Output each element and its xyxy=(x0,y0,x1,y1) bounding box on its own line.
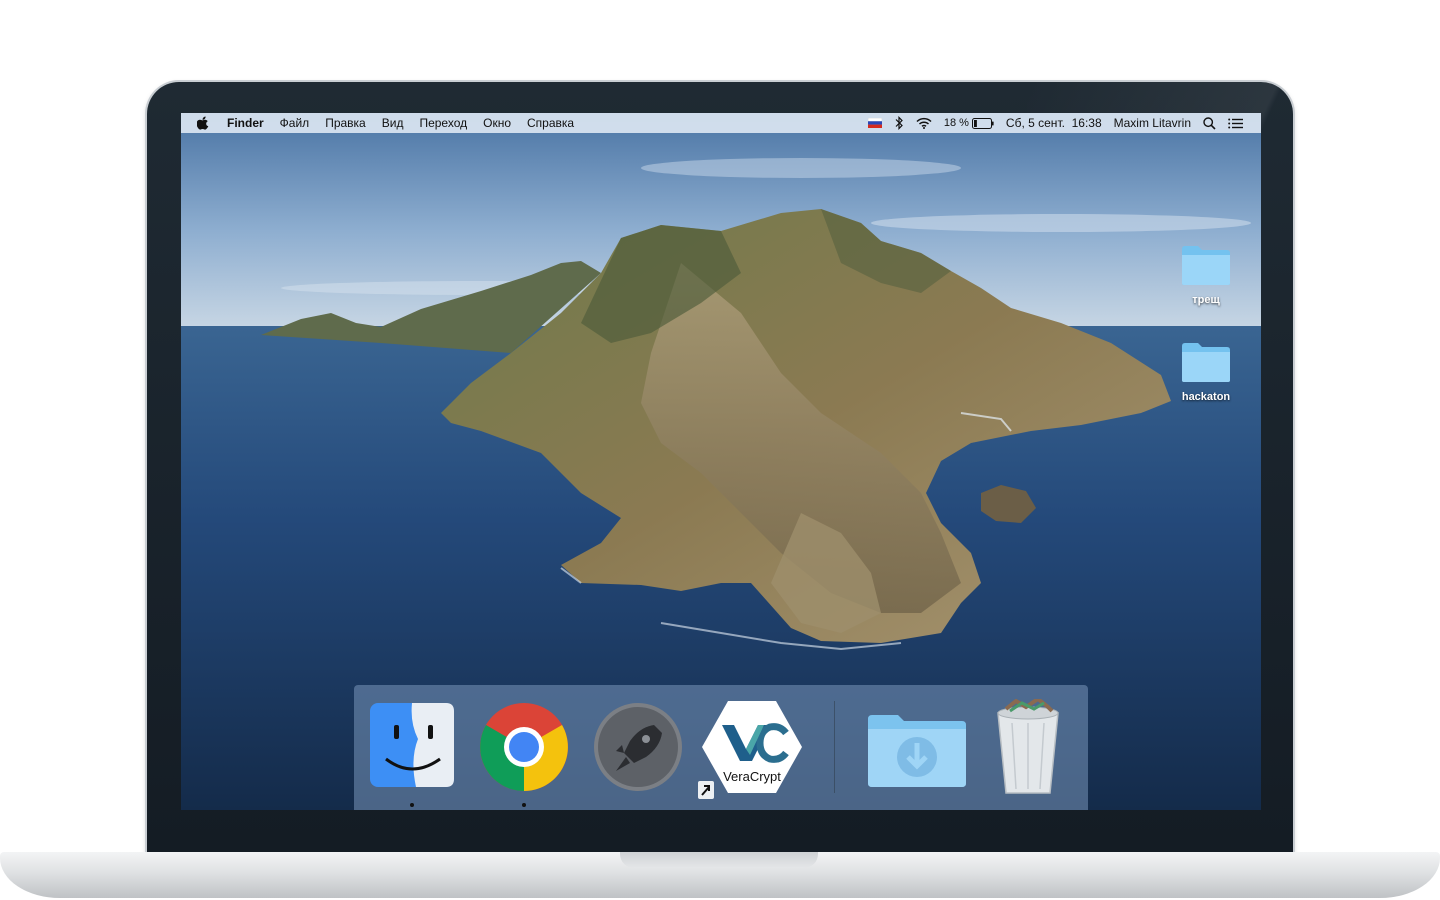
menu-view[interactable]: Вид xyxy=(374,113,412,133)
search-icon[interactable] xyxy=(1197,116,1222,130)
dock-launchpad[interactable] xyxy=(592,699,684,795)
menu-bar-left: Finder Файл Правка Вид Переход Окно Спра… xyxy=(181,113,582,133)
laptop-notch xyxy=(620,852,818,868)
veracrypt-icon: VeraCrypt xyxy=(702,701,802,793)
wifi-icon[interactable] xyxy=(910,117,938,129)
launchpad-icon xyxy=(594,703,682,791)
desktop-folder-label: hackaton xyxy=(1181,391,1231,403)
dock-finder[interactable] xyxy=(366,699,458,795)
chrome-icon xyxy=(480,703,568,791)
menu-go[interactable]: Переход xyxy=(411,113,475,133)
folder-icon xyxy=(1182,246,1230,285)
veracrypt-label: VeraCrypt xyxy=(723,769,781,784)
downloads-folder-icon xyxy=(868,715,966,787)
screen: Finder Файл Правка Вид Переход Окно Спра… xyxy=(181,113,1261,810)
alias-arrow-icon xyxy=(698,781,714,799)
desktop-folder-label: трещ xyxy=(1192,294,1220,306)
bluetooth-icon[interactable] xyxy=(888,116,910,130)
finder-icon xyxy=(370,703,454,787)
russian-flag-icon[interactable] xyxy=(862,118,888,128)
menu-edit[interactable]: Правка xyxy=(317,113,374,133)
menu-user-name[interactable]: Maxim Litavrin xyxy=(1108,113,1197,133)
menu-help[interactable]: Справка xyxy=(519,113,582,133)
folder-icon xyxy=(1182,343,1230,382)
dock-trash[interactable] xyxy=(986,696,1070,795)
battery-percent: 18 % xyxy=(943,117,969,129)
menu-clock[interactable]: Сб, 5 сент. 16:38 xyxy=(1000,113,1108,133)
running-indicator xyxy=(410,803,414,807)
menu-file[interactable]: Файл xyxy=(272,113,318,133)
dock-chrome[interactable] xyxy=(478,699,570,795)
menu-bar-status: 18 % Сб, 5 сент. 16:38 Maxim Litavrin xyxy=(862,113,1261,133)
dock: VeraCrypt xyxy=(354,685,1088,810)
menu-app-finder[interactable]: Finder xyxy=(219,113,272,133)
menu-bar: Finder Файл Правка Вид Переход Окно Спра… xyxy=(181,113,1261,133)
dock-separator xyxy=(834,701,835,793)
apple-icon[interactable] xyxy=(181,116,219,130)
menu-window[interactable]: Окно xyxy=(475,113,519,133)
list-icon[interactable] xyxy=(1222,118,1249,129)
running-indicator xyxy=(522,803,526,807)
desktop-folder-2[interactable]: hackaton xyxy=(1171,340,1241,403)
desktop-folder-1[interactable]: трещ xyxy=(1171,243,1241,306)
battery-icon xyxy=(971,117,994,129)
trash-icon xyxy=(997,696,1059,794)
battery-indicator[interactable]: 18 % xyxy=(938,113,1000,133)
dock-downloads[interactable] xyxy=(864,699,968,795)
